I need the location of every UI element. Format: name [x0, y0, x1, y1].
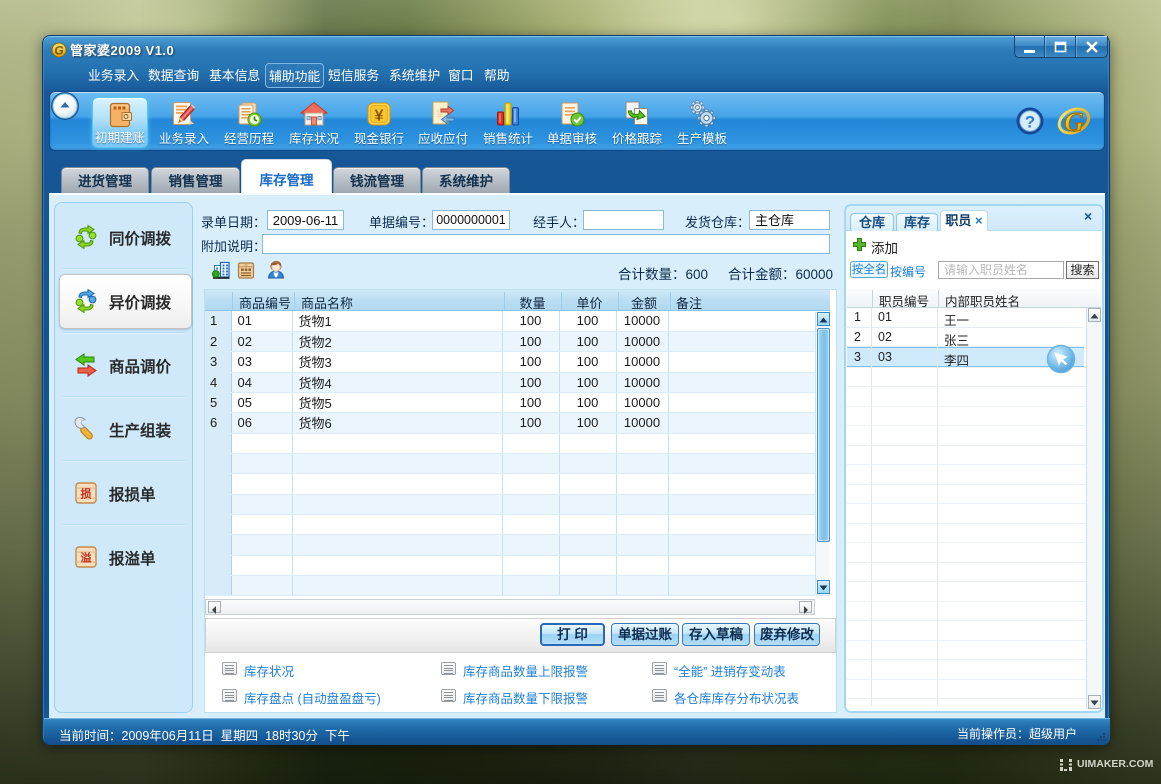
svg-text:G: G: [1064, 107, 1084, 137]
svg-text:?: ?: [1025, 113, 1035, 132]
svg-text:损: 损: [81, 486, 92, 502]
svg-text:溢: 溢: [81, 550, 92, 566]
svg-text:G: G: [54, 44, 63, 58]
svg-text:¥: ¥: [375, 108, 384, 125]
